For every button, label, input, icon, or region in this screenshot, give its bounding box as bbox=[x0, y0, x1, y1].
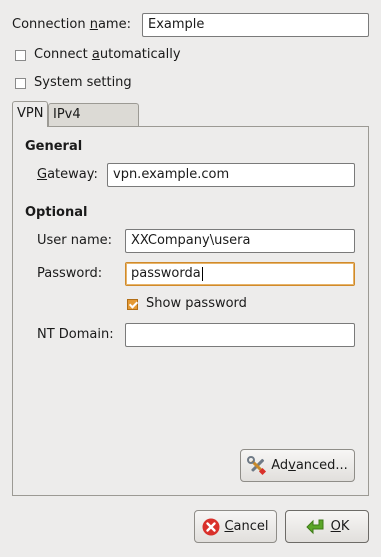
password-label: Password: bbox=[37, 266, 103, 281]
nt-domain-input[interactable] bbox=[125, 323, 355, 347]
vpn-tab-panel-joint bbox=[13, 126, 47, 127]
connect-automatically-label[interactable]: Connect automatically bbox=[34, 47, 181, 62]
optional-heading: Optional bbox=[25, 205, 88, 220]
advanced-button-label: Advanced... bbox=[271, 458, 348, 473]
nt-domain-label: NT Domain: bbox=[37, 327, 114, 342]
gateway-label: Gateway: bbox=[37, 167, 98, 182]
connect-automatically-checkbox[interactable] bbox=[15, 50, 26, 61]
cancel-button[interactable]: Cancel bbox=[194, 510, 277, 543]
show-password-label[interactable]: Show password bbox=[146, 296, 247, 311]
tools-icon bbox=[247, 455, 267, 476]
tab-ipv4-settings[interactable]: IPv4 Settings bbox=[48, 103, 139, 144]
system-setting-checkbox[interactable] bbox=[15, 78, 26, 89]
cancel-button-label: Cancel bbox=[224, 519, 269, 534]
ok-button-label: OK bbox=[330, 519, 350, 534]
password-input[interactable]: passworda bbox=[125, 262, 355, 286]
tab-vpn[interactable]: VPN bbox=[12, 101, 48, 127]
ok-arrow-icon bbox=[305, 518, 327, 536]
connection-name-label: Connection name: bbox=[12, 17, 131, 32]
text-cursor bbox=[201, 266, 203, 281]
gateway-input[interactable]: vpn.example.com bbox=[107, 163, 355, 187]
ok-button[interactable]: OK bbox=[285, 510, 369, 543]
show-password-checkbox[interactable] bbox=[127, 299, 138, 310]
connection-name-input[interactable]: Example bbox=[142, 13, 369, 37]
system-setting-label[interactable]: System setting bbox=[34, 75, 132, 90]
username-label: User name: bbox=[37, 233, 113, 248]
username-input[interactable]: XXCompany\usera bbox=[125, 229, 355, 253]
advanced-button[interactable]: Advanced... bbox=[240, 449, 355, 482]
cancel-icon bbox=[202, 518, 220, 536]
general-heading: General bbox=[25, 139, 83, 154]
